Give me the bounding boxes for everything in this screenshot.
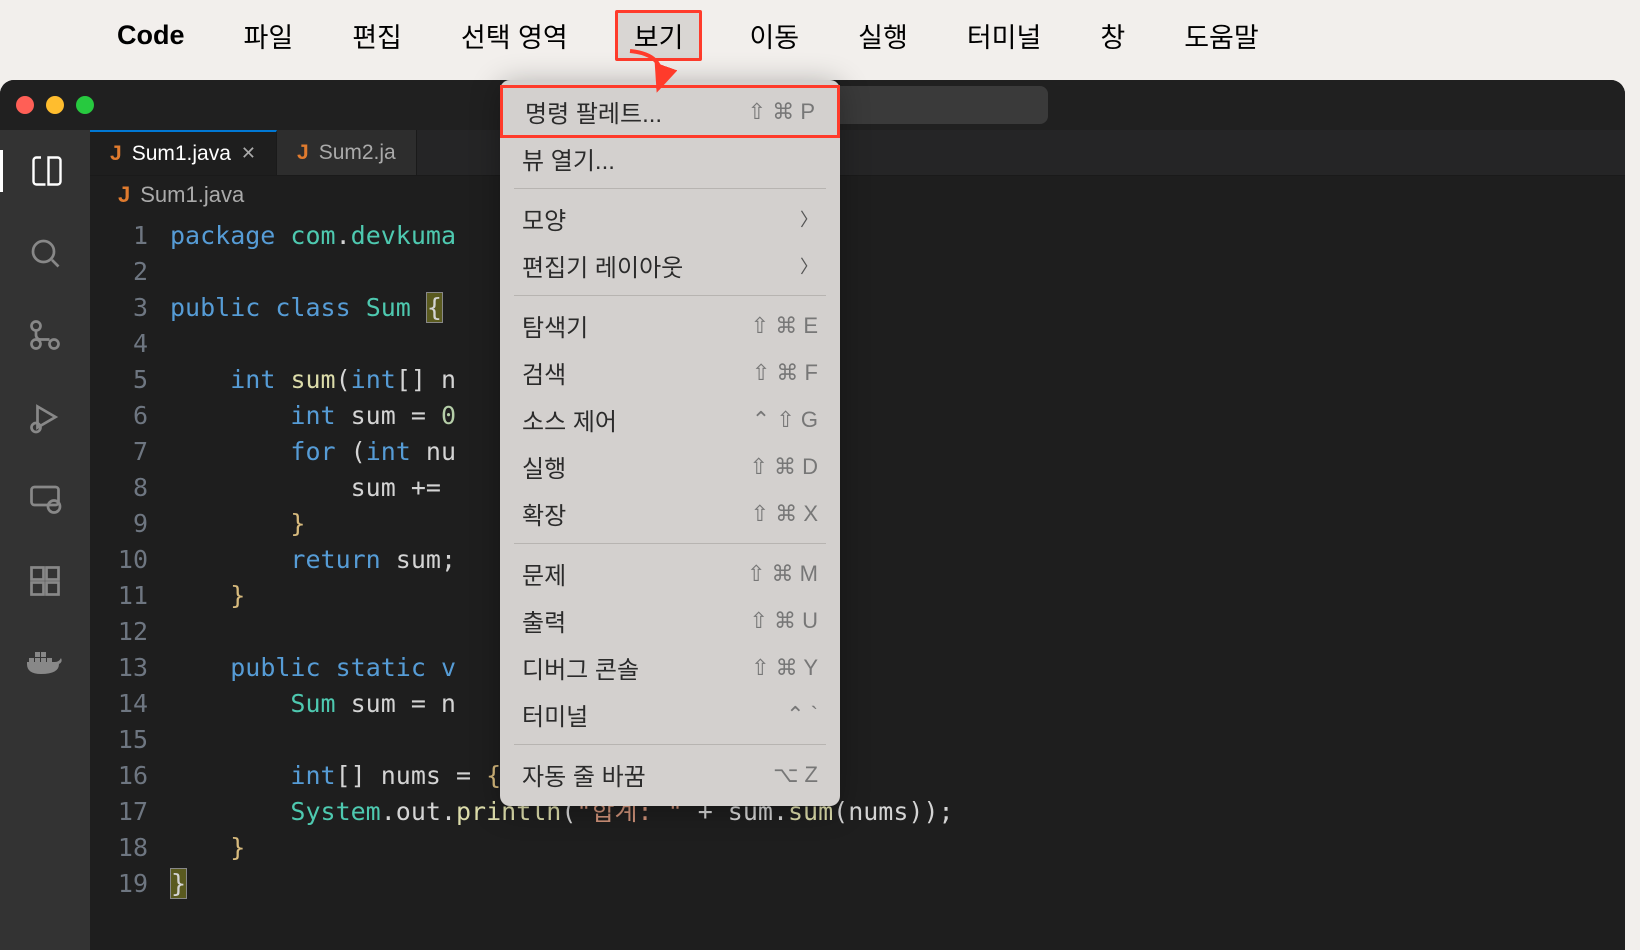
menubar-item-help[interactable]: 도움말 [1172,10,1271,61]
zoom-window-button[interactable] [76,96,94,114]
docker-icon[interactable] [24,642,66,684]
menu-item-label: 자동 줄 바꿈 [522,757,646,792]
menu-item-label: 뷰 열기... [522,141,615,176]
chevron-right-icon: 〉 [800,206,818,232]
source-control-icon[interactable] [24,314,66,356]
menu-separator [514,188,826,189]
menu-item[interactable]: 모양 〉 [500,195,840,242]
menubar-item-selection[interactable]: 선택 영역 [449,10,580,61]
editor-area: J Sum1.java ✕ J Sum2.ja J Sum1.java 1234… [90,130,1625,950]
activity-bar [0,130,90,950]
menu-item-label: 검색 [522,355,566,390]
menubar-item-edit[interactable]: 편집 [340,10,414,61]
menu-item[interactable]: 탐색기 ⇧ ⌘ E [500,302,840,349]
close-window-button[interactable] [16,96,34,114]
menu-shortcut: ⌥ Z [773,762,818,788]
menu-separator [514,295,826,296]
menu-item-label: 문제 [522,556,566,591]
minimize-window-button[interactable] [46,96,64,114]
code-editor[interactable]: 12345678910111213141516171819 package co… [90,214,1625,902]
chevron-right-icon: 〉 [800,253,818,279]
view-menu-dropdown: 명령 팔레트... ⇧ ⌘ P 뷰 열기... 모양 〉 편집기 레이아웃 〉 탐색기 ⇧ ⌘ … [500,80,840,806]
menubar-item-terminal[interactable]: 터미널 [955,10,1054,61]
menu-shortcut: ⇧ ⌘ M [747,561,818,587]
macos-menubar: Code 파일 편집 선택 영역 보기 이동 실행 터미널 창 도움말 [0,0,1640,70]
menu-item-label: 탐색기 [522,308,588,343]
menu-shortcut: ⇧ ⌘ X [751,501,818,527]
menu-item-label: 디버그 콘솔 [522,650,639,685]
tab-label: Sum1.java [132,142,231,166]
menu-item[interactable]: 소스 제어 ⌃ ⇧ G [500,396,840,443]
menu-item-label: 출력 [522,603,566,638]
menu-item-label: 터미널 [522,697,588,732]
menu-shortcut: ⇧ ⌘ Y [751,655,818,681]
menu-item[interactable]: 자동 줄 바꿈 ⌥ Z [500,751,840,798]
menu-item-label: 명령 팔레트... [525,94,662,129]
menu-item[interactable]: 명령 팔레트... ⇧ ⌘ P [500,85,840,138]
menu-shortcut: ⌃ ⇧ G [752,407,818,433]
menu-item-label: 확장 [522,496,566,531]
menubar-item-file[interactable]: 파일 [232,10,306,61]
tab-sum2[interactable]: J Sum2.ja [277,130,417,175]
menu-item[interactable]: 확장 ⇧ ⌘ X [500,490,840,537]
menu-item[interactable]: 문제 ⇧ ⌘ M [500,550,840,597]
menu-separator [514,744,826,745]
search-panel-icon[interactable] [24,232,66,274]
java-file-icon: J [110,142,122,166]
java-file-icon: J [297,141,309,165]
menu-item[interactable]: 실행 ⇧ ⌘ D [500,443,840,490]
menu-item[interactable]: 디버그 콘솔 ⇧ ⌘ Y [500,644,840,691]
menubar-item-window[interactable]: 창 [1088,10,1137,61]
menu-item[interactable]: 뷰 열기... [500,135,840,182]
menu-item-label: 편집기 레이아웃 [522,248,683,283]
close-tab-icon[interactable]: ✕ [241,143,256,164]
menu-shortcut: ⇧ ⌘ P [748,99,815,125]
tab-label: Sum2.ja [319,141,396,165]
explorer-icon[interactable] [0,150,90,192]
menu-shortcut: ⌃ ` [786,702,818,728]
menu-separator [514,543,826,544]
menu-shortcut: ⇧ ⌘ U [749,608,818,634]
menu-shortcut: ⇧ ⌘ F [752,360,818,386]
breadcrumb-file: Sum1.java [140,182,244,208]
menu-item[interactable]: 편집기 레이아웃 〉 [500,242,840,289]
traffic-lights [16,96,94,114]
menubar-item-view[interactable]: 보기 [615,10,703,61]
breadcrumb[interactable]: J Sum1.java [90,176,1625,214]
run-debug-icon[interactable] [24,396,66,438]
editor-tabs: J Sum1.java ✕ J Sum2.ja [90,130,1625,176]
menubar-item-run[interactable]: 실행 [846,10,920,61]
menu-item-label: 실행 [522,449,566,484]
java-file-icon: J [118,182,130,208]
menu-item[interactable]: 터미널 ⌃ ` [500,691,840,738]
extensions-icon[interactable] [24,560,66,602]
menu-item[interactable]: 출력 ⇧ ⌘ U [500,597,840,644]
code-content[interactable]: package com.devkuma basic; public class … [170,218,1625,902]
menubar-app-name[interactable]: Code [105,14,197,57]
remote-explorer-icon[interactable] [24,478,66,520]
line-gutter: 12345678910111213141516171819 [90,218,170,902]
menu-shortcut: ⇧ ⌘ D [749,454,818,480]
menu-item[interactable]: 검색 ⇧ ⌘ F [500,349,840,396]
menu-item-label: 모양 [522,201,566,236]
menu-shortcut: ⇧ ⌘ E [751,313,818,339]
tab-sum1[interactable]: J Sum1.java ✕ [90,130,277,175]
menu-item-label: 소스 제어 [522,402,617,437]
menubar-item-go[interactable]: 이동 [737,10,811,61]
